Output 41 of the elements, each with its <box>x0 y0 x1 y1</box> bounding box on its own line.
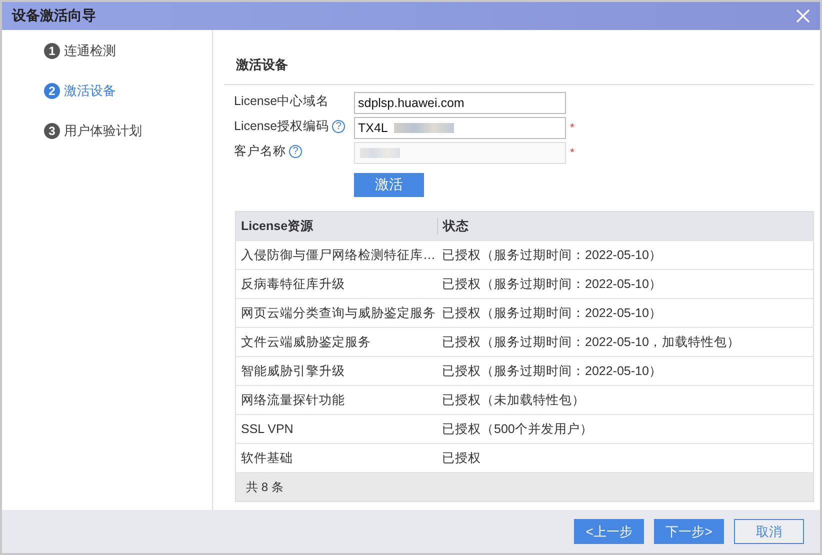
table-cell-text: 文件云端威胁鉴定服务 <box>240 334 372 350</box>
field-label: License授权编码 <box>234 118 330 135</box>
input-field[interactable]: sdplsp.huawei.com <box>354 92 566 114</box>
required-asterisk: * <box>570 122 574 134</box>
activate-button[interactable]: 激活 <box>354 173 424 197</box>
table-cell-text: 已授权（服务过期时间：2022-05-10，加载特性包） <box>441 334 741 350</box>
wizard-button[interactable]: 取消 <box>734 519 804 544</box>
table-cell-text: 已授权（服务过期时间：2022-05-10） <box>441 246 663 264</box>
wizard-button[interactable]: 下一步> <box>654 519 724 544</box>
table-cell-text: SSL VPN <box>240 422 294 436</box>
table-cell-text: 已授权 <box>441 450 482 466</box>
table-cell-text: 入侵防御与僵尸网络检测特征库… <box>240 246 436 264</box>
wizard-step[interactable]: 3 用户体验计划 <box>44 122 212 140</box>
table-cell-text: 已授权（未加载特性包） <box>441 392 586 408</box>
field-label: 客户名称 <box>234 143 286 160</box>
table-cell-text: 网络流量探针功能 <box>240 392 346 408</box>
wizard-step[interactable]: 2 激活设备 <box>44 82 212 100</box>
step-number: 1 <box>44 43 60 59</box>
redacted-text <box>394 123 454 133</box>
redacted-text <box>360 148 400 158</box>
table-cell-text: 已授权（服务过期时间：2022-05-10） <box>441 362 663 380</box>
table-cell-text: 已授权（服务过期时间：2022-05-10） <box>441 304 663 322</box>
close-icon[interactable] <box>796 9 810 23</box>
step-number: 3 <box>44 123 60 139</box>
required-asterisk: * <box>570 147 574 159</box>
field-label: License中心域名 <box>234 93 330 110</box>
wizard-step[interactable]: 1 连通检测 <box>44 42 212 60</box>
table-cell-text: 网页云端分类查询与威胁鉴定服务 <box>240 304 437 322</box>
table-cell-text: 已授权（500个并发用户） <box>441 420 594 438</box>
row-count: 共 8 条 <box>246 478 284 496</box>
column-header: 状态 <box>437 218 813 234</box>
step-number: 2 <box>44 83 60 99</box>
wizard-button[interactable]: <上一步 <box>574 519 644 544</box>
table-cell-text: 已授权（服务过期时间：2022-05-10） <box>441 276 663 292</box>
table-cell-text: 反病毒特征库升级 <box>240 276 346 292</box>
help-icon[interactable]: ? <box>332 120 346 133</box>
table-cell-text: 智能威胁引擎升级 <box>240 362 346 380</box>
window-title: 设备激活向导 <box>12 7 96 25</box>
table-cell-text: 软件基础 <box>240 450 294 466</box>
column-header: License资源 <box>240 218 315 234</box>
section-title: 激活设备 <box>224 30 814 85</box>
